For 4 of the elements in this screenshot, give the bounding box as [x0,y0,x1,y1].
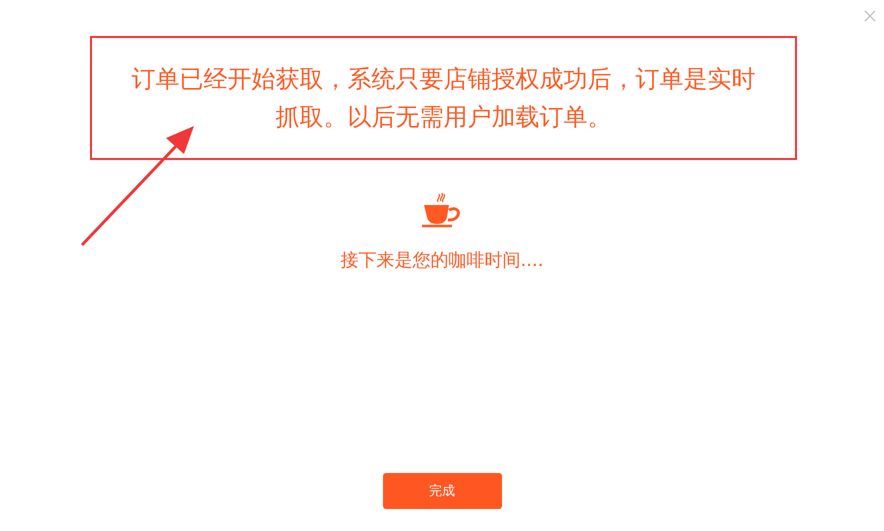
close-icon[interactable] [864,10,876,22]
annotation-text: 订单已经开始获取，系统只要店铺授权成功后，订单是实时抓取。以后无需用户加载订单。 [130,64,756,133]
coffee-time-message: 接下来是您的咖啡时间.... [340,249,544,272]
done-button[interactable]: 完成 [382,473,502,509]
